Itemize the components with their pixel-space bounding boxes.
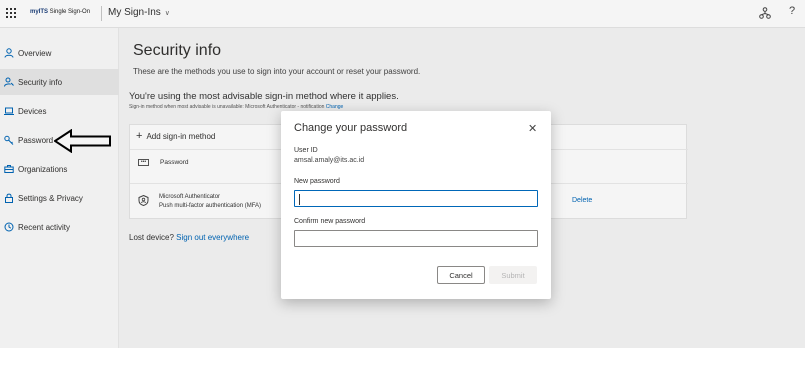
- submit-button[interactable]: Submit: [489, 266, 537, 284]
- user-id-label: User ID: [294, 147, 318, 154]
- dialog-title: Change your password: [294, 122, 408, 134]
- app-window: myITS Single Sign-On My Sign-Ins ∨ ? Over…: [0, 0, 805, 348]
- confirm-password-label: Confirm new password: [294, 218, 366, 225]
- text-caret: [299, 194, 300, 205]
- cancel-button[interactable]: Cancel: [437, 266, 485, 284]
- change-password-dialog: Change your password ✕ User ID amsal.ama…: [281, 111, 551, 299]
- confirm-password-field[interactable]: [294, 230, 538, 247]
- close-icon[interactable]: ✕: [528, 122, 537, 135]
- user-id-value: amsal.amaly@its.ac.id: [294, 157, 365, 164]
- page-background: [0, 348, 805, 367]
- new-password-field[interactable]: [294, 190, 538, 207]
- new-password-label: New password: [294, 178, 340, 185]
